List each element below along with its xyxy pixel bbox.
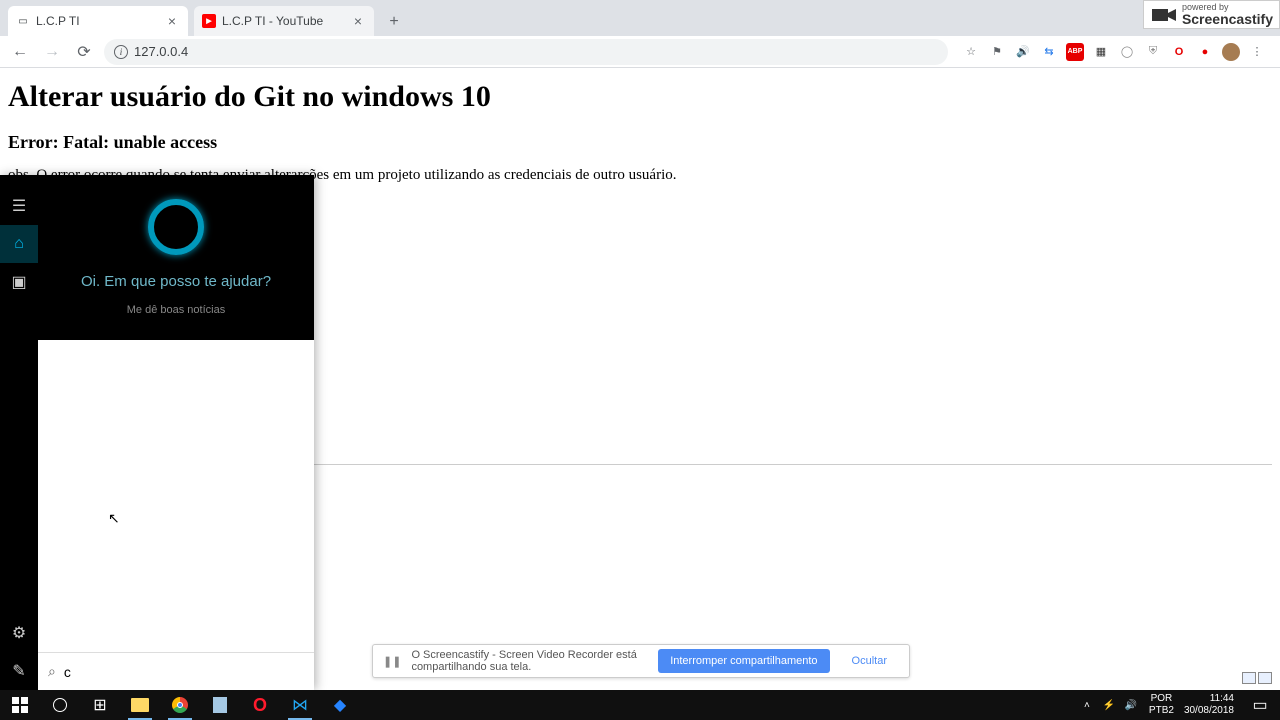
screen-share-notification: ❚❚ O Screencastify - Screen Video Record… (372, 644, 910, 678)
circle-icon[interactable]: ◯ (1118, 43, 1136, 61)
cortana-sidebar: ☰ ⌂ ▣ ⚙ ✎ (0, 175, 38, 690)
task-view-icon[interactable]: ⊞ (80, 690, 120, 720)
browser-tab[interactable]: ▶ L.C.P TI - YouTube × (194, 6, 374, 36)
tray-network-icon[interactable]: ⚡ (1101, 697, 1117, 713)
avatar-icon[interactable] (1222, 43, 1240, 61)
cortana-ring-icon (148, 199, 204, 255)
cortana-results: ↖ (38, 340, 314, 690)
tray-chevron-icon[interactable]: ˄ (1079, 697, 1095, 713)
address-bar[interactable]: i 127.0.0.4 (104, 39, 948, 65)
screencastify-logo-icon (1150, 5, 1178, 25)
hide-button[interactable]: Ocultar (840, 649, 899, 673)
taskbar-clock[interactable]: 11:44 30/08/2018 (1178, 693, 1240, 717)
stop-sharing-button[interactable]: Interromper compartilhamento (658, 649, 829, 673)
notepad-icon[interactable] (200, 690, 240, 720)
browser-tab-active[interactable]: ▭ L.C.P TI × (8, 6, 188, 36)
sound-icon[interactable]: 🔊 (1014, 43, 1032, 61)
page-heading-2: Error: Fatal: unable access (8, 132, 1272, 153)
browser-toolbar: ← → ⟳ i 127.0.0.4 ☆ ⚑ 🔊 ⇆ ABP ▦ ◯ ⛨ O ● … (0, 36, 1280, 68)
new-tab-button[interactable]: + (380, 8, 408, 36)
gear-icon[interactable]: ⚙ (0, 614, 38, 652)
youtube-icon: ▶ (202, 14, 216, 28)
mouse-cursor-icon: ↖ (108, 510, 120, 527)
file-explorer-icon[interactable] (120, 690, 160, 720)
extension-icons: ☆ ⚑ 🔊 ⇆ ABP ▦ ◯ ⛨ O ● ⋮ (956, 43, 1272, 61)
tag-icon[interactable]: ⚑ (988, 43, 1006, 61)
opera-taskbar-icon[interactable]: O (240, 690, 280, 720)
cortana-main: Oi. Em que posso te ajudar? Me dê boas n… (38, 175, 314, 690)
cortana-panel: ☰ ⌂ ▣ ⚙ ✎ Oi. Em que posso te ajudar? Me… (0, 175, 314, 690)
windows-taskbar: ⊞ O ⋈ ◆ ˄ ⚡ 🔊 POR PTB2 11:44 30/08/2018 … (0, 690, 1280, 720)
home-icon[interactable]: ⌂ (0, 225, 38, 263)
view-icon-2[interactable] (1258, 672, 1272, 684)
url-text: 127.0.0.4 (134, 44, 188, 59)
search-input[interactable] (64, 664, 304, 680)
screencastify-badge: powered by Screencastify (1143, 0, 1280, 29)
notifications-icon[interactable]: ▭ (1240, 690, 1280, 720)
search-icon: ⌕ (48, 663, 56, 680)
browser-tab-strip: ▭ L.C.P TI × ▶ L.C.P TI - YouTube × + (0, 0, 1280, 36)
abp-icon[interactable]: ABP (1066, 43, 1084, 61)
translate-icon[interactable]: ⇆ (1040, 43, 1058, 61)
sourcetree-icon[interactable]: ◆ (320, 690, 360, 720)
cortana-suggestion[interactable]: Me dê boas notícias (127, 304, 225, 316)
view-mode-icons (1242, 672, 1272, 684)
view-icon-1[interactable] (1242, 672, 1256, 684)
star-icon[interactable]: ☆ (962, 43, 980, 61)
close-icon[interactable]: × (350, 13, 366, 29)
opera-icon[interactable]: O (1170, 43, 1188, 61)
doc-icon: ▭ (16, 14, 30, 28)
start-button[interactable] (0, 690, 40, 720)
language-indicator[interactable]: POR PTB2 (1145, 693, 1178, 717)
notebook-icon[interactable]: ▣ (0, 263, 38, 301)
system-tray: ˄ ⚡ 🔊 (1073, 697, 1145, 713)
cortana-greeting: Oi. Em que posso te ajudar? (81, 273, 271, 290)
cortana-hero: Oi. Em que posso te ajudar? Me dê boas n… (38, 175, 314, 340)
forward-button[interactable]: → (40, 40, 64, 64)
close-icon[interactable]: × (164, 13, 180, 29)
windows-search-box[interactable]: ⌕ (38, 652, 314, 690)
cortana-circle-icon[interactable] (40, 690, 80, 720)
share-message: O Screencastify - Screen Video Recorder … (411, 649, 648, 673)
menu-icon[interactable]: ⋮ (1248, 43, 1266, 61)
rec-icon[interactable]: ● (1196, 43, 1214, 61)
hamburger-icon[interactable]: ☰ (0, 187, 38, 225)
chrome-icon[interactable] (160, 690, 200, 720)
tray-volume-icon[interactable]: 🔊 (1123, 697, 1139, 713)
badge-brand: Screencastify (1182, 12, 1273, 26)
vscode-icon[interactable]: ⋈ (280, 690, 320, 720)
qr-icon[interactable]: ▦ (1092, 43, 1110, 61)
page-heading-1: Alterar usuário do Git no windows 10 (8, 80, 1272, 114)
feedback-icon[interactable]: ✎ (0, 652, 38, 690)
reload-button[interactable]: ⟳ (72, 40, 96, 64)
back-button[interactable]: ← (8, 40, 32, 64)
shield-icon[interactable]: ⛨ (1144, 43, 1162, 61)
tab-title: L.C.P TI (36, 14, 164, 28)
tab-title: L.C.P TI - YouTube (222, 14, 350, 28)
pause-icon[interactable]: ❚❚ (383, 655, 401, 668)
info-icon[interactable]: i (114, 45, 128, 59)
